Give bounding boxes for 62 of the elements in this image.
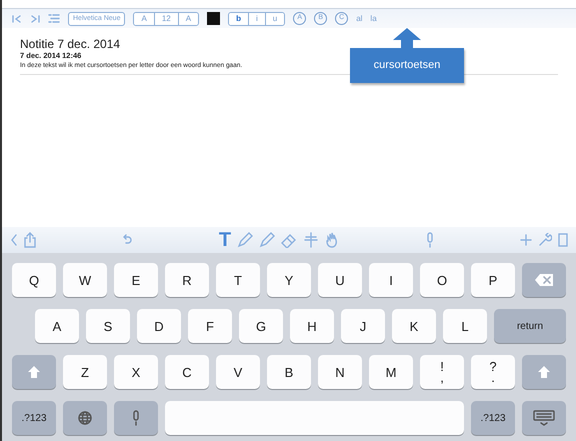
numbers-key[interactable]: .?123: [471, 401, 515, 435]
pen-icon[interactable]: [259, 232, 276, 248]
key[interactable]: Q: [12, 263, 56, 297]
shift-key[interactable]: [12, 355, 56, 389]
key[interactable]: V: [216, 355, 260, 389]
key[interactable]: Z: [63, 355, 107, 389]
next-icon[interactable]: [30, 14, 40, 22]
key[interactable]: S: [86, 309, 130, 343]
callout-label: cursortoetsen: [350, 48, 464, 82]
globe-icon: [78, 411, 92, 425]
space-bar[interactable]: [165, 401, 464, 435]
color-swatch[interactable]: [207, 12, 220, 25]
toolbar-button[interactable]: b: [229, 12, 248, 24]
key[interactable]: F: [188, 309, 232, 343]
eraser-icon[interactable]: [281, 232, 298, 248]
key[interactable]: X: [114, 355, 158, 389]
key[interactable]: E: [114, 263, 158, 297]
square-icon[interactable]: [558, 233, 568, 247]
key[interactable]: K: [392, 309, 436, 343]
key[interactable]: M: [369, 355, 413, 389]
shift-icon: [27, 365, 41, 379]
key[interactable]: I: [369, 263, 413, 297]
globe-key[interactable]: [63, 401, 107, 435]
plus-icon[interactable]: [520, 234, 532, 246]
microphone-key[interactable]: [114, 401, 158, 435]
numbers-key[interactable]: .?123: [12, 401, 56, 435]
previous-icon[interactable]: [12, 14, 22, 22]
chevron-left-icon[interactable]: [10, 234, 18, 246]
backspace-icon: [534, 273, 554, 287]
key[interactable]: P: [471, 263, 515, 297]
backspace-key[interactable]: [522, 263, 566, 297]
return-key[interactable]: return: [494, 309, 566, 343]
list-icon[interactable]: [48, 14, 60, 23]
key[interactable]: B: [267, 355, 311, 389]
key[interactable]: O: [420, 263, 464, 297]
note-title: Notitie 7 dec. 2014: [20, 38, 122, 51]
key[interactable]: Y: [267, 263, 311, 297]
hide-keyboard-key[interactable]: [522, 401, 566, 435]
pen-icon[interactable]: [237, 232, 254, 248]
microphone-icon: [131, 410, 141, 426]
key[interactable]: L: [443, 309, 487, 343]
hand-icon[interactable]: [325, 232, 340, 248]
key[interactable]: D: [137, 309, 181, 343]
key[interactable]: ? .: [471, 355, 515, 389]
microphone-icon[interactable]: [424, 232, 435, 248]
key[interactable]: ! ,: [420, 355, 464, 389]
keyboard-icon: [533, 410, 555, 426]
key[interactable]: C: [165, 355, 209, 389]
key[interactable]: A: [35, 309, 79, 343]
undo-icon[interactable]: [121, 234, 134, 246]
shift-key[interactable]: [522, 355, 566, 389]
key[interactable]: T: [216, 263, 260, 297]
key[interactable]: R: [165, 263, 209, 297]
key[interactable]: G: [239, 309, 283, 343]
key[interactable]: J: [341, 309, 385, 343]
key[interactable]: H: [290, 309, 334, 343]
share-icon[interactable]: [24, 232, 36, 248]
wrench-icon[interactable]: [538, 233, 552, 247]
key[interactable]: U: [318, 263, 362, 297]
key[interactable]: W: [63, 263, 107, 297]
key[interactable]: N: [318, 355, 362, 389]
shift-icon: [537, 365, 551, 379]
